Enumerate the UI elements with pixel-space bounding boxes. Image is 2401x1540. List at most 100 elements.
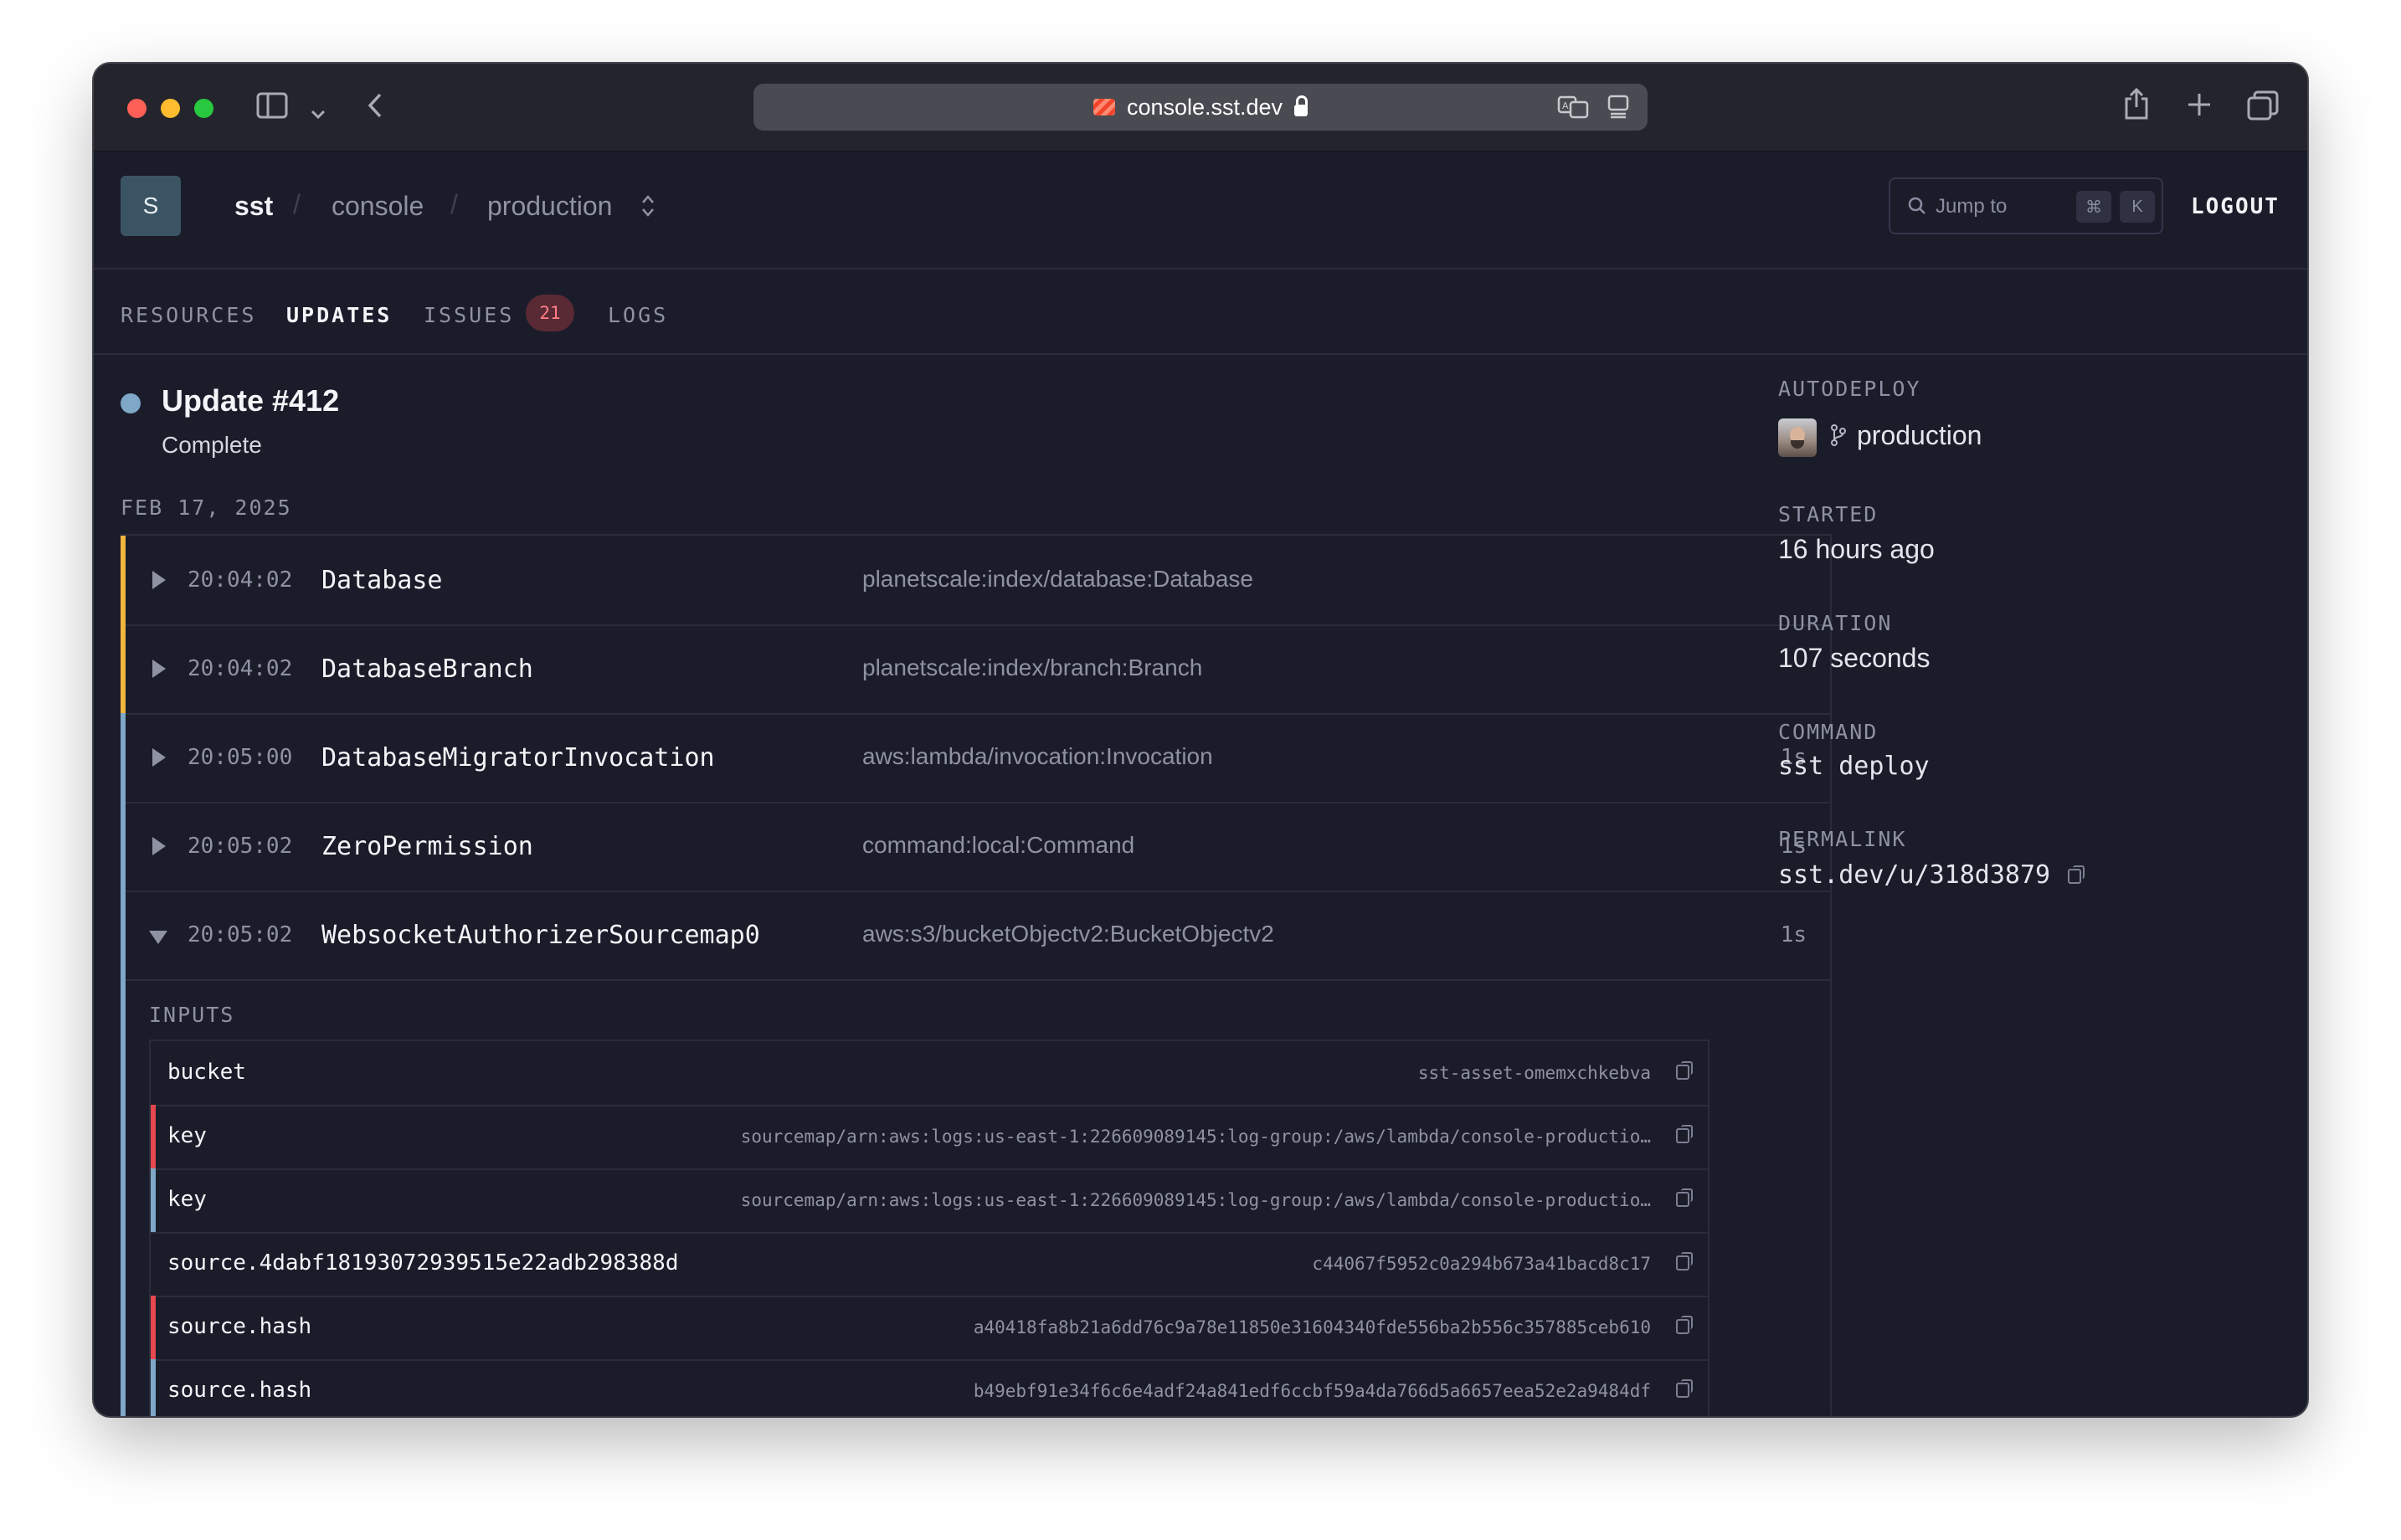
tab-updates[interactable]: UPDATES — [286, 303, 392, 327]
resource-type: aws:lambda/invocation:Invocation — [862, 743, 1213, 769]
resource-row[interactable]: 20:04:02 Database planetscale:index/data… — [121, 536, 1830, 626]
resource-name: Database — [321, 566, 443, 595]
copy-icon[interactable] — [1676, 1061, 1693, 1080]
expand-caret-icon[interactable] — [152, 748, 166, 767]
jump-to-placeholder: Jump to — [1936, 195, 2008, 218]
duration-value: 107 seconds — [1778, 643, 1931, 673]
breadcrumb-separator: / — [293, 189, 301, 219]
input-key: source.hash — [167, 1378, 312, 1403]
resource-type: command:local:Command — [862, 832, 1135, 858]
resource-name: WebsocketAuthorizerSourcemap0 — [321, 921, 760, 950]
breadcrumb-separator: / — [450, 189, 458, 219]
lock-icon — [1294, 95, 1308, 116]
logout-button[interactable]: LOGOUT — [2191, 194, 2280, 219]
resource-accent-bar — [121, 536, 126, 624]
autodeploy-branch[interactable]: production — [1857, 420, 1982, 451]
breadcrumb-stage[interactable]: production — [487, 191, 612, 222]
browser-toolbar: console.sst.dev A — [94, 64, 2307, 151]
shortcut-cmd-key: ⌘ — [2076, 191, 2111, 223]
started-value: 16 hours ago — [1778, 534, 1935, 564]
resource-row-expanded[interactable]: 20:05:02 WebsocketAuthorizerSourcemap0 a… — [121, 891, 1830, 981]
update-status: Complete — [162, 432, 262, 458]
shortcut-k-key: K — [2120, 191, 2155, 223]
copy-icon[interactable] — [2068, 865, 2085, 884]
input-key: source.hash — [167, 1314, 312, 1339]
expand-caret-icon[interactable] — [152, 660, 166, 678]
input-key: bucket — [167, 1060, 246, 1085]
expand-caret-icon[interactable] — [152, 837, 166, 855]
breadcrumb-workspace[interactable]: sst — [234, 191, 273, 222]
input-row: key sourcemap/arn:aws:logs:us-east-1:226… — [151, 1168, 1708, 1234]
resource-name: ZeroPermission — [321, 832, 533, 861]
duration-label: DURATION — [1778, 611, 1893, 635]
reader-icon[interactable] — [1607, 94, 1629, 125]
input-row: source.4dabf18193072939515e22adb298388d … — [151, 1232, 1708, 1297]
sidebar-toggle-icon[interactable] — [256, 92, 288, 124]
resource-accent-bar — [121, 624, 126, 713]
command-value: sst deploy — [1778, 752, 1930, 781]
resource-row[interactable]: 20:05:00 DatabaseMigratorInvocation aws:… — [121, 713, 1830, 803]
copy-icon[interactable] — [1676, 1379, 1693, 1398]
inputs-table: bucket sst-asset-omemxchkebva key source… — [149, 1040, 1709, 1416]
diff-added-bar — [151, 1168, 156, 1232]
autodeploy-label: AUTODEPLOY — [1778, 377, 1921, 401]
stage-switcher-icon[interactable] — [640, 192, 656, 223]
expand-caret-icon[interactable] — [152, 571, 166, 589]
input-row: bucket sst-asset-omemxchkebva — [151, 1041, 1708, 1106]
stage-tabs: RESOURCES UPDATES ISSUES 21 LOGS — [94, 268, 2307, 355]
share-icon[interactable] — [2123, 87, 2150, 126]
close-window-button[interactable] — [127, 99, 147, 118]
address-text: console.sst.dev — [1126, 94, 1283, 120]
input-value: b49ebf91e34f6c6e4adf24a841edf6ccbf59a4da… — [973, 1381, 1651, 1401]
resource-time: 20:05:00 — [188, 745, 293, 770]
resource-time: 20:04:02 — [188, 656, 293, 681]
resource-type: planetscale:index/branch:Branch — [862, 654, 1203, 680]
new-tab-icon[interactable] — [2187, 92, 2212, 122]
permalink-value[interactable]: sst.dev/u/318d3879 — [1778, 860, 2050, 890]
browser-window: console.sst.dev A S sst / console / prod… — [94, 64, 2307, 1416]
input-value: c44067f5952c0a294b673a41bacd8c17 — [1312, 1254, 1651, 1274]
tab-overview-icon[interactable] — [2247, 90, 2279, 126]
resource-name: DatabaseMigratorInvocation — [321, 743, 715, 773]
permalink-label: PERMALINK — [1778, 827, 1907, 851]
resource-time: 20:05:02 — [188, 834, 293, 859]
tab-issues[interactable]: ISSUES — [424, 303, 514, 327]
minimize-window-button[interactable] — [161, 99, 180, 118]
input-key: key — [167, 1123, 207, 1148]
jump-to-search[interactable]: Jump to ⌘ K — [1889, 177, 2163, 234]
resource-row[interactable]: 20:05:02 ZeroPermission command:local:Co… — [121, 802, 1830, 892]
avatar — [1778, 418, 1817, 457]
resource-accent-bar — [121, 802, 126, 891]
workspace-logo[interactable]: S — [121, 176, 181, 236]
copy-icon[interactable] — [1676, 1188, 1693, 1207]
resource-accent-bar — [121, 713, 126, 802]
input-value: a40418fa8b21a6dd76c9a78e11850e31604340fd… — [973, 1317, 1651, 1337]
input-row: source.hash b49ebf91e34f6c6e4adf24a841ed… — [151, 1359, 1708, 1416]
breadcrumb-app[interactable]: console — [332, 191, 424, 222]
input-value: sst-asset-omemxchkebva — [1417, 1063, 1651, 1083]
tab-resources[interactable]: RESOURCES — [121, 303, 256, 327]
zoom-window-button[interactable] — [194, 99, 213, 118]
input-value: sourcemap/arn:aws:logs:us-east-1:2266090… — [740, 1127, 1651, 1147]
back-icon[interactable] — [367, 92, 383, 124]
input-row: source.hash a40418fa8b21a6dd76c9a78e1185… — [151, 1296, 1708, 1361]
tab-logs[interactable]: LOGS — [608, 303, 668, 327]
input-row: key sourcemap/arn:aws:logs:us-east-1:226… — [151, 1105, 1708, 1170]
resource-row[interactable]: 20:04:02 DatabaseBranch planetscale:inde… — [121, 624, 1830, 715]
issues-count-badge: 21 — [526, 295, 574, 331]
diff-removed-bar — [151, 1105, 156, 1168]
expanded-panel-bar — [121, 979, 126, 1416]
copy-icon[interactable] — [1676, 1252, 1693, 1270]
diff-added-bar — [151, 1359, 156, 1416]
collapse-caret-icon[interactable] — [149, 931, 167, 944]
chevron-down-icon[interactable] — [310, 97, 326, 126]
copy-icon[interactable] — [1676, 1316, 1693, 1334]
translate-icon[interactable]: A — [1557, 94, 1589, 125]
git-branch-icon — [1829, 424, 1848, 453]
address-bar[interactable]: console.sst.dev A — [753, 84, 1648, 131]
resource-accent-bar — [121, 891, 126, 979]
resource-time: 20:04:02 — [188, 567, 293, 593]
resource-name: DatabaseBranch — [321, 654, 533, 684]
resource-type: aws:s3/bucketObjectv2:BucketObjectv2 — [862, 921, 1274, 947]
copy-icon[interactable] — [1676, 1125, 1693, 1143]
